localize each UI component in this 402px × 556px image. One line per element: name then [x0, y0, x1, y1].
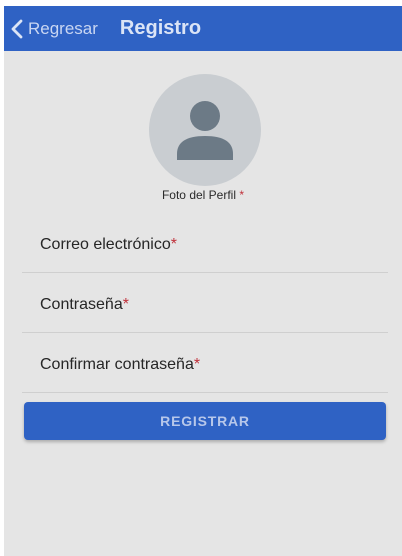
- email-field-label: Correo electrónico*: [40, 236, 177, 254]
- email-label-text: Correo electrónico: [40, 236, 171, 253]
- password-field[interactable]: Contraseña*: [22, 274, 388, 333]
- required-asterisk: *: [239, 188, 245, 202]
- chevron-left-icon: [10, 19, 24, 39]
- required-asterisk: *: [193, 356, 201, 373]
- person-icon: [177, 101, 233, 160]
- confirm-password-label-text: Confirmar contraseña: [40, 356, 194, 373]
- password-label-text: Contraseña: [40, 296, 123, 313]
- registration-screen: Regresar Registro Foto del Perfil * Corr…: [4, 6, 402, 556]
- required-asterisk: *: [122, 296, 129, 313]
- back-label: Regresar: [28, 18, 98, 38]
- register-button[interactable]: REGISTRAR: [24, 402, 386, 440]
- register-button-label: REGISTRAR: [160, 413, 250, 429]
- confirm-password-field-label: Confirmar contraseña*: [40, 356, 200, 374]
- device-frame: Regresar Registro Foto del Perfil * Corr…: [0, 0, 402, 556]
- email-field[interactable]: Correo electrónico*: [22, 214, 388, 273]
- profile-photo-label: Foto del Perfil *: [4, 188, 402, 202]
- photo-label-text: Foto del Perfil: [161, 188, 237, 202]
- required-asterisk: *: [170, 236, 177, 253]
- password-field-label: Contraseña*: [40, 296, 129, 314]
- page-title: Registro: [119, 17, 202, 39]
- profile-photo-picker[interactable]: [149, 74, 261, 186]
- app-bar: Regresar Registro: [4, 6, 402, 51]
- back-button[interactable]: Regresar: [10, 19, 98, 39]
- confirm-password-field[interactable]: Confirmar contraseña*: [22, 334, 388, 393]
